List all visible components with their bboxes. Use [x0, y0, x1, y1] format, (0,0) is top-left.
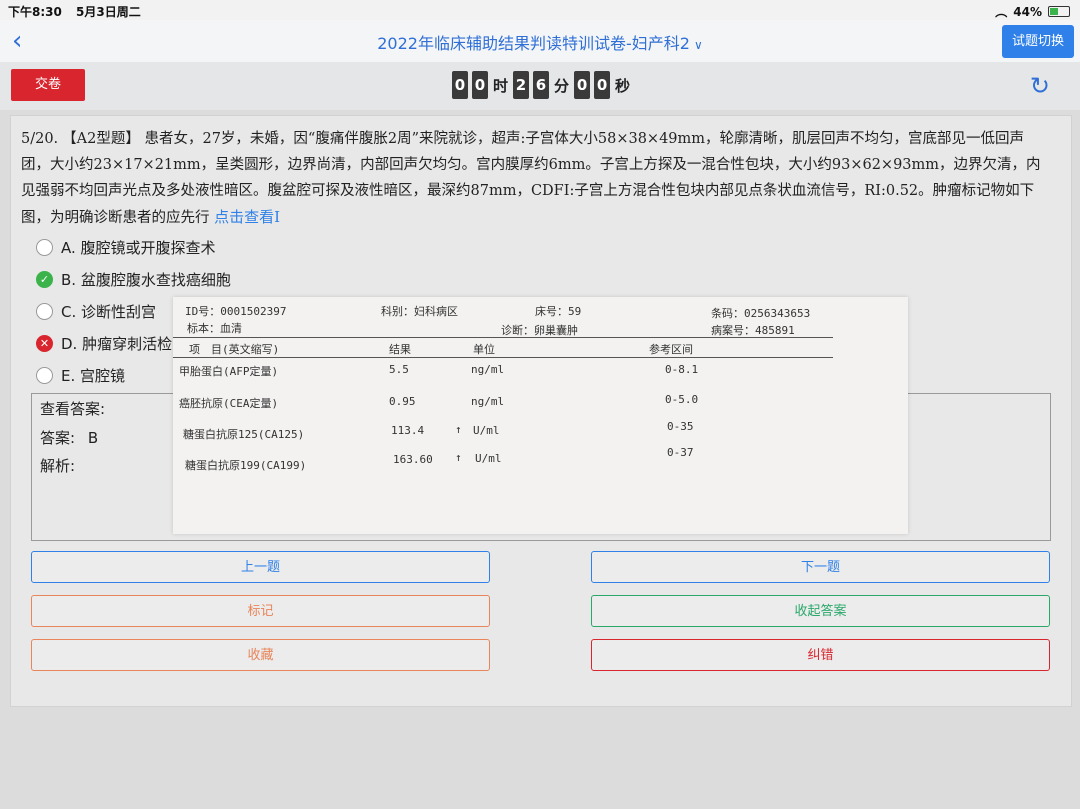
report-result: 113.4: [391, 424, 425, 437]
lab-report-image: ID号：0001502397 科别：妇科病区 床号：59 条码：02563436…: [173, 297, 908, 534]
exam-title: 2022年临床辅助结果判读特训试卷-妇产科2: [377, 34, 690, 53]
view-image-link[interactable]: 点击查看I: [214, 208, 280, 226]
status-bar: 下午8:30 5月3日周二 ︵ 44%: [0, 0, 1080, 20]
favorite-button[interactable]: 收藏: [31, 639, 490, 671]
option-label: B. 盆腹腔腹水查找癌细胞: [61, 270, 231, 289]
answer-label: 答案:: [40, 429, 76, 447]
report-ref: 0-8.1: [665, 363, 699, 376]
report-unit: ng/ml: [471, 395, 505, 408]
option-label: C. 诊断性刮宫: [61, 302, 157, 321]
report-header: 结果: [389, 343, 411, 356]
analysis-label: 解析:: [40, 457, 76, 475]
timer-digit: 0: [472, 71, 488, 99]
timer-unit: 分: [554, 76, 570, 95]
prev-question-button[interactable]: 上一题: [31, 551, 490, 583]
report-unit: U/ml: [475, 452, 502, 465]
exam-title-dropdown[interactable]: 2022年临床辅助结果判读特训试卷-妇产科2 ∨: [0, 30, 1080, 54]
wifi-icon: ︵: [995, 5, 1008, 19]
timer-digit: 2: [513, 71, 530, 99]
report-barcode: 条码：0256343653: [711, 307, 811, 320]
countdown-timer: 0 0 时 2 6 分 0 0 秒: [452, 71, 633, 99]
report-rule: [173, 337, 833, 338]
toolbar: 交卷 0 0 时 2 6 分 0 0 秒 ↻: [0, 62, 1080, 110]
report-header: 单位: [473, 343, 495, 356]
report-specimen: 标本：血清: [187, 322, 242, 335]
report-item: 甲胎蛋白(AFP定量): [179, 365, 279, 378]
timer-unit: 秒: [615, 76, 631, 95]
report-bed: 床号：59: [535, 305, 582, 318]
report-flag: ↑: [455, 451, 462, 464]
question-text: 患者女，27岁，未婚，因“腹痛伴腹胀2周”来院就诊，超声:子宫体大小58×38×…: [21, 131, 1041, 226]
report-rule: [173, 357, 833, 358]
answer-line: 答案: B: [40, 427, 98, 448]
view-answer-label: 查看答案:: [40, 400, 106, 418]
report-header: 项 目(英文缩写): [189, 343, 280, 356]
report-result: 5.5: [389, 363, 409, 376]
next-question-button[interactable]: 下一题: [591, 551, 1050, 583]
timer-digit: 0: [594, 71, 611, 99]
report-ref: 0-37: [667, 446, 694, 459]
option-a[interactable]: A. 腹腔镜或开腹探查术: [36, 231, 231, 263]
submit-exam-button[interactable]: 交卷: [11, 69, 85, 101]
timer-digit: 6: [533, 71, 550, 99]
report-item: 癌胚抗原(CEA定量): [179, 397, 279, 410]
refresh-icon[interactable]: ↻: [1030, 72, 1050, 100]
report-ref: 0-35: [667, 420, 694, 433]
report-item: 糖蛋白抗原199(CA199): [185, 459, 307, 472]
switch-question-button[interactable]: 试题切换: [1002, 25, 1074, 58]
report-case-no: 病案号：485891: [711, 324, 795, 337]
mark-button[interactable]: 标记: [31, 595, 490, 627]
battery-percent: 44%: [1013, 4, 1042, 19]
report-result: 163.60: [393, 453, 433, 466]
battery-icon: [1048, 6, 1070, 17]
radio-icon: [36, 238, 53, 256]
report-item: 糖蛋白抗原125(CA125): [183, 428, 305, 441]
option-label: A. 腹腔镜或开腹探查术: [61, 238, 216, 257]
question-type: 【A2型题】: [62, 131, 140, 147]
timer-unit: 时: [493, 76, 509, 95]
report-unit: U/ml: [473, 424, 500, 437]
status-time: 下午8:30: [8, 5, 62, 19]
report-error-button[interactable]: 纠错: [591, 639, 1050, 671]
report-flag: ↑: [455, 423, 462, 436]
report-dept: 科别：妇科病区: [381, 305, 458, 318]
hide-answer-button[interactable]: 收起答案: [591, 595, 1050, 627]
radio-icon: [36, 366, 53, 384]
question-number: 5/20.: [21, 131, 59, 147]
report-unit: ng/ml: [471, 363, 505, 376]
option-label: D. 肿瘤穿刺活检: [61, 334, 173, 353]
question-stem: 5/20. 【A2型题】 患者女，27岁，未婚，因“腹痛伴腹胀2周”来院就诊，超声…: [21, 126, 1051, 231]
report-id: ID号：0001502397: [185, 305, 287, 318]
report-result: 0.95: [389, 395, 416, 408]
radio-icon: [36, 302, 53, 320]
status-date: 5月3日周二: [76, 5, 141, 19]
timer-digit: 0: [452, 71, 468, 99]
answer-value: B: [87, 429, 99, 447]
check-icon: ✓: [36, 270, 53, 288]
cross-icon: ✕: [36, 334, 53, 352]
chevron-down-icon: ∨: [693, 38, 703, 52]
report-header: 参考区间: [649, 343, 693, 356]
report-diagnosis: 诊断：卵巢囊肿: [501, 324, 578, 337]
report-ref: 0-5.0: [665, 393, 699, 406]
option-b[interactable]: ✓ B. 盆腹腔腹水查找癌细胞: [36, 263, 231, 295]
option-label: E. 宫腔镜: [61, 366, 126, 385]
nav-bar: ‹ 2022年临床辅助结果判读特训试卷-妇产科2 ∨ 试题切换: [0, 20, 1080, 63]
timer-digit: 0: [574, 71, 591, 99]
